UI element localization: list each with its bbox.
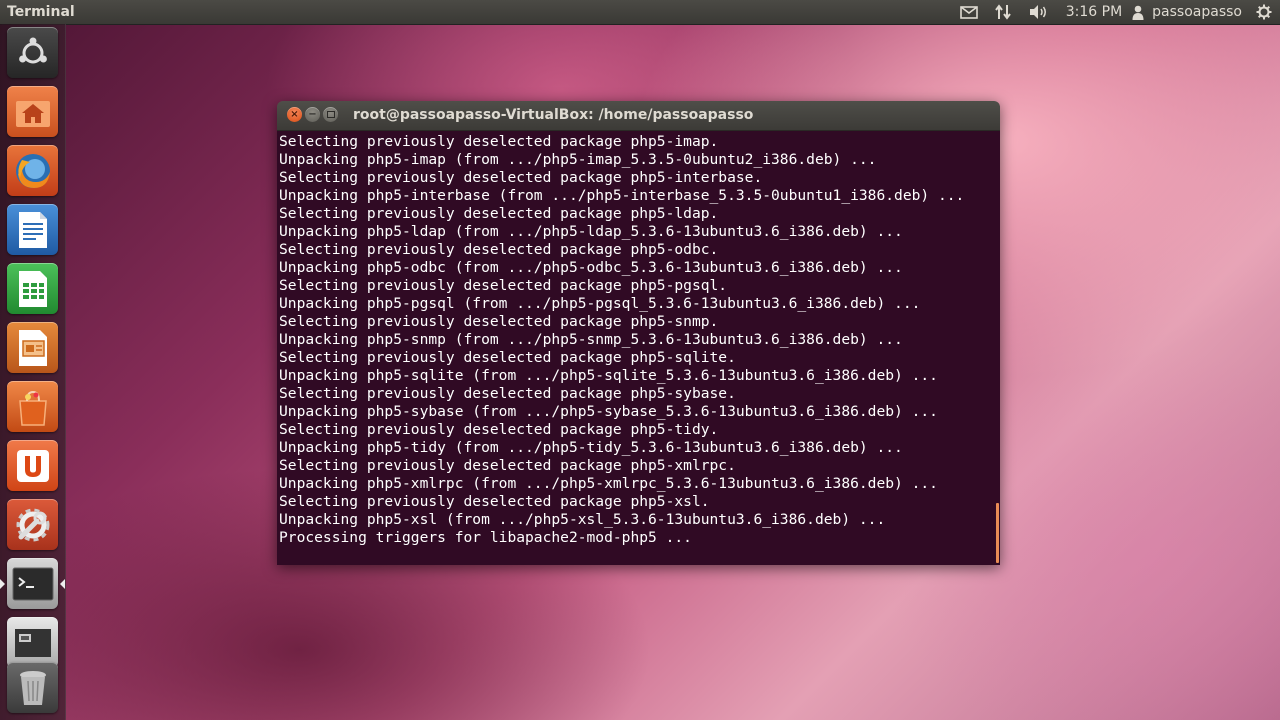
trash-icon: [16, 668, 50, 708]
terminal-icon: [12, 567, 54, 601]
terminal-line: Selecting previously deselected package …: [279, 277, 728, 294]
maximize-icon: [326, 111, 335, 118]
terminal-line: Unpacking php5-ldap (from .../php5-ldap_…: [279, 223, 903, 240]
terminal-line: Selecting previously deselected package …: [279, 493, 710, 510]
user-menu[interactable]: passoapasso: [1128, 0, 1250, 24]
launcher-dash-home[interactable]: [7, 27, 58, 78]
terminal-line: Selecting previously deselected package …: [279, 385, 736, 402]
terminal-output: Selecting previously deselected package …: [279, 133, 964, 547]
terminal-line: Processing triggers for libapache2-mod-p…: [279, 529, 692, 546]
launcher: [0, 24, 66, 720]
writer-icon: [16, 210, 50, 250]
top-panel: Terminal 3:16 PM passoapasso: [0, 0, 1280, 24]
window-title: root@passoapasso-VirtualBox: /home/passo…: [353, 107, 754, 123]
close-icon: ×: [290, 108, 299, 120]
launcher-software-center[interactable]: [7, 381, 58, 432]
maximize-button[interactable]: [323, 107, 338, 122]
launcher-ubuntu-one[interactable]: [7, 440, 58, 491]
shopping-bag-icon: [14, 387, 52, 427]
terminal-line: Selecting previously deselected package …: [279, 169, 763, 186]
active-app-indicator: [0, 579, 5, 589]
launcher-terminal[interactable]: [7, 558, 58, 609]
terminal-line: Unpacking php5-odbc (from .../php5-odbc_…: [279, 259, 903, 276]
terminal-line: Unpacking php5-sybase (from .../php5-syb…: [279, 403, 938, 420]
minimize-button[interactable]: −: [305, 107, 320, 122]
home-folder-icon: [14, 95, 52, 129]
terminal-line: Unpacking php5-sqlite (from .../php5-sql…: [279, 367, 938, 384]
launcher-workspace-switcher[interactable]: [7, 617, 58, 668]
minimize-icon: −: [308, 108, 317, 120]
gear-icon[interactable]: [1250, 0, 1280, 24]
calc-icon: [16, 269, 50, 309]
terminal-line: Selecting previously deselected package …: [279, 205, 719, 222]
mail-icon[interactable]: [952, 0, 986, 24]
volume-icon[interactable]: [1020, 0, 1056, 24]
ubuntu-one-icon: [15, 448, 51, 484]
clock[interactable]: 3:16 PM: [1056, 0, 1128, 24]
close-button[interactable]: ×: [287, 107, 302, 122]
terminal-line: Unpacking php5-interbase (from .../php5-…: [279, 187, 965, 204]
terminal-line: Selecting previously deselected package …: [279, 133, 719, 150]
launcher-libreoffice-writer[interactable]: [7, 204, 58, 255]
terminal-line: Unpacking php5-snmp (from .../php5-snmp_…: [279, 331, 903, 348]
terminal-line: Selecting previously deselected package …: [279, 457, 736, 474]
launcher-trash[interactable]: [7, 662, 58, 713]
terminal-line: Unpacking php5-xsl (from .../php5-xsl_5.…: [279, 511, 886, 528]
launcher-system-settings[interactable]: [7, 499, 58, 550]
launcher-libreoffice-calc[interactable]: [7, 263, 58, 314]
impress-icon: [16, 328, 50, 368]
terminal-window[interactable]: × − root@passoapasso-VirtualBox: /home/p…: [277, 101, 1000, 565]
launcher-home-folder[interactable]: [7, 86, 58, 137]
terminal-line: Unpacking php5-tidy (from .../php5-tidy_…: [279, 439, 903, 456]
terminal-line: Selecting previously deselected package …: [279, 313, 719, 330]
terminal-line: Selecting previously deselected package …: [279, 241, 719, 258]
scrollbar-thumb[interactable]: [996, 503, 999, 563]
terminal-line: Unpacking php5-pgsql (from .../php5-pgsq…: [279, 295, 921, 312]
network-icon[interactable]: [986, 0, 1020, 24]
user-icon: [1132, 5, 1144, 20]
workspaces-icon: [13, 627, 53, 659]
settings-icon: [13, 505, 53, 545]
user-name: passoapasso: [1152, 4, 1242, 20]
window-titlebar[interactable]: × − root@passoapasso-VirtualBox: /home/p…: [277, 101, 1000, 131]
launcher-libreoffice-impress[interactable]: [7, 322, 58, 373]
launcher-firefox[interactable]: [7, 145, 58, 196]
terminal-line: Unpacking php5-xmlrpc (from .../php5-xml…: [279, 475, 938, 492]
terminal-output-area[interactable]: Selecting previously deselected package …: [277, 131, 1000, 565]
terminal-line: Unpacking php5-imap (from .../php5-imap_…: [279, 151, 877, 168]
firefox-icon: [12, 150, 54, 192]
focused-app-indicator: [60, 579, 65, 589]
active-app-title: Terminal: [7, 4, 75, 20]
indicator-area: 3:16 PM passoapasso: [952, 0, 1280, 24]
ubuntu-logo-icon: [16, 36, 50, 70]
window-controls: × −: [287, 107, 338, 122]
terminal-line: Selecting previously deselected package …: [279, 421, 719, 438]
terminal-line: Selecting previously deselected package …: [279, 349, 736, 366]
